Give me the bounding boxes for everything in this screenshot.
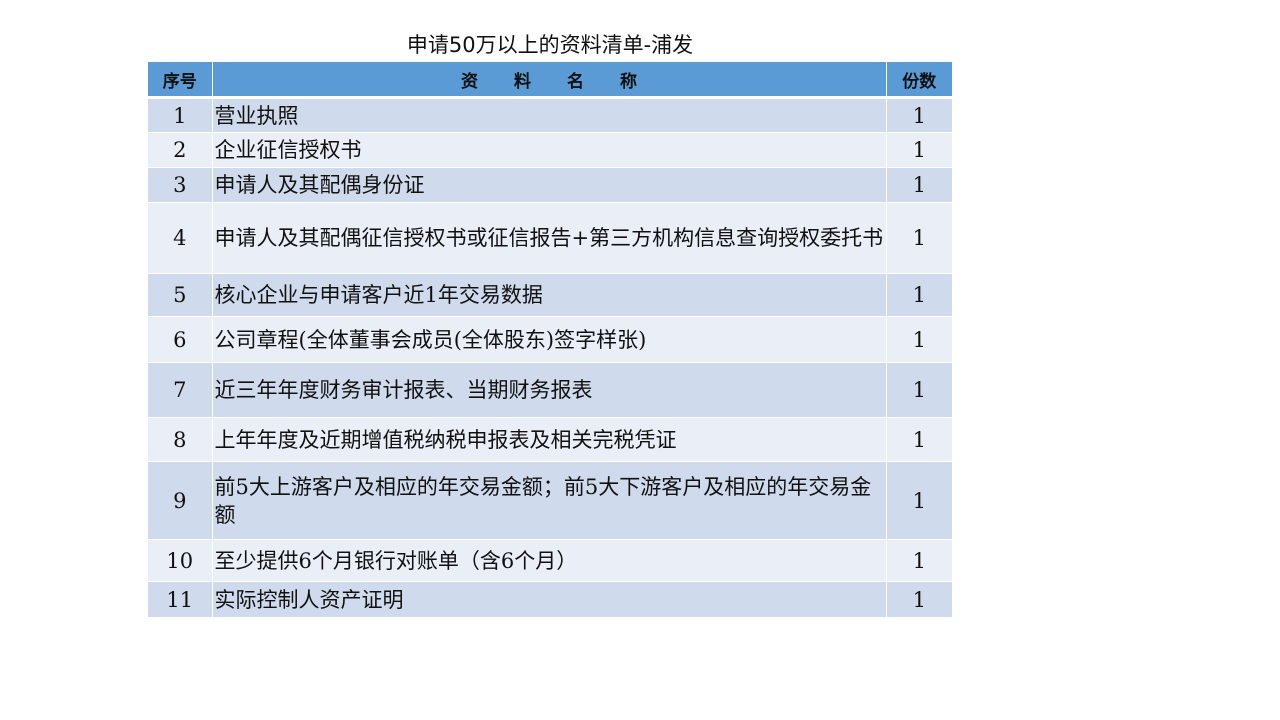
- header-material-name: 资料名称: [212, 62, 887, 99]
- table-row: 7 近三年年度财务审计报表、当期财务报表 1: [148, 362, 952, 418]
- row-material-name: 公司章程(全体董事会成员(全体股东)签字样张): [212, 316, 887, 363]
- row-copies: 1: [886, 417, 952, 462]
- row-material-name: 申请人及其配偶征信授权书或征信报告+第三方机构信息查询授权委托书: [212, 202, 887, 274]
- row-serial-number: 5: [148, 273, 213, 317]
- table-row: 3 申请人及其配偶身份证 1: [148, 167, 952, 203]
- table-row: 8 上年年度及近期增值税纳税申报表及相关完税凭证 1: [148, 417, 952, 462]
- table-row: 2 企业征信授权书 1: [148, 132, 952, 168]
- row-serial-number: 8: [148, 417, 213, 462]
- row-serial-number: 2: [148, 132, 213, 168]
- row-serial-number: 11: [148, 581, 213, 618]
- row-serial-number: 1: [148, 97, 213, 133]
- header-serial-number: 序号: [148, 62, 213, 99]
- row-copies: 1: [886, 581, 952, 618]
- table-row: 5 核心企业与申请客户近1年交易数据 1: [148, 273, 952, 317]
- row-serial-number: 3: [148, 167, 213, 203]
- row-material-name: 申请人及其配偶身份证: [212, 167, 887, 203]
- row-serial-number: 7: [148, 362, 213, 418]
- row-copies: 1: [886, 132, 952, 168]
- header-copies: 份数: [886, 62, 952, 99]
- row-copies: 1: [886, 97, 952, 133]
- table-row: 6 公司章程(全体董事会成员(全体股东)签字样张) 1: [148, 316, 952, 363]
- row-material-name: 企业征信授权书: [212, 132, 887, 168]
- materials-checklist-table: 序号 资料名称 份数 1 营业执照 1 2 企业征信授权书 1 3 申请人及其配…: [148, 62, 952, 618]
- row-serial-number: 10: [148, 539, 213, 582]
- row-material-name: 至少提供6个月银行对账单（含6个月）: [212, 539, 887, 582]
- row-serial-number: 9: [148, 461, 213, 540]
- table-row: 11 实际控制人资产证明 1: [148, 581, 952, 618]
- document-title: 申请50万以上的资料清单-浦发: [406, 33, 694, 57]
- row-material-name: 营业执照: [212, 97, 887, 133]
- row-material-name: 实际控制人资产证明: [212, 581, 887, 618]
- table-row: 9 前5大上游客户及相应的年交易金额；前5大下游客户及相应的年交易金额 1: [148, 461, 952, 540]
- row-copies: 1: [886, 316, 952, 363]
- table-row: 4 申请人及其配偶征信授权书或征信报告+第三方机构信息查询授权委托书 1: [148, 202, 952, 274]
- row-serial-number: 4: [148, 202, 213, 274]
- row-copies: 1: [886, 539, 952, 582]
- table-row: 1 营业执照 1: [148, 97, 952, 133]
- row-material-name: 近三年年度财务审计报表、当期财务报表: [212, 362, 887, 418]
- table-header-row: 序号 资料名称 份数: [148, 62, 952, 99]
- row-serial-number: 6: [148, 316, 213, 363]
- row-material-name: 前5大上游客户及相应的年交易金额；前5大下游客户及相应的年交易金额: [212, 461, 887, 540]
- row-copies: 1: [886, 202, 952, 274]
- row-material-name: 核心企业与申请客户近1年交易数据: [212, 273, 887, 317]
- row-material-name: 上年年度及近期增值税纳税申报表及相关完税凭证: [212, 417, 887, 462]
- row-copies: 1: [886, 362, 952, 418]
- row-copies: 1: [886, 273, 952, 317]
- row-copies: 1: [886, 461, 952, 540]
- row-copies: 1: [886, 167, 952, 203]
- table-row: 10 至少提供6个月银行对账单（含6个月） 1: [148, 539, 952, 582]
